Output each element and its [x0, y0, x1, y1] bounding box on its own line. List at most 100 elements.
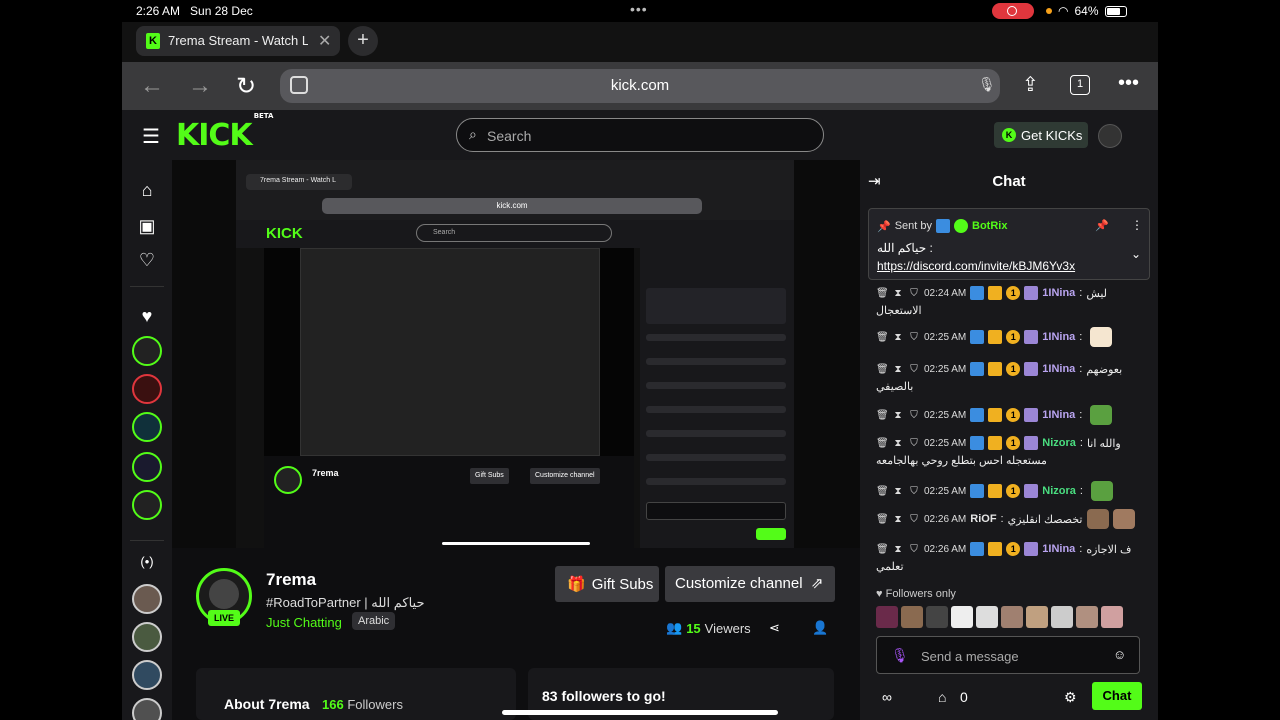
- search-input[interactable]: ⌕ Search: [456, 118, 824, 152]
- expand-chevron-icon[interactable]: ⌄: [1131, 247, 1141, 261]
- chat-username[interactable]: 1INina: [1042, 287, 1075, 299]
- chat-username[interactable]: Nizora: [1042, 437, 1076, 449]
- chat-message[interactable]: 🗑 ⧗ ⛉ 02:25 AM 1 1INina:: [876, 405, 1146, 425]
- delete-icon[interactable]: 🗑: [876, 544, 889, 555]
- recommended-channel-avatar[interactable]: [132, 584, 162, 614]
- delete-icon[interactable]: 🗑: [876, 332, 889, 343]
- followed-channel-avatar[interactable]: [132, 452, 162, 482]
- ban-icon[interactable]: ⛉: [908, 486, 920, 497]
- followed-channel-avatar[interactable]: [132, 374, 162, 404]
- ban-icon[interactable]: ⛉: [908, 364, 920, 375]
- pinned-link[interactable]: https://discord.com/invite/kBJM6Yv3x: [877, 259, 1075, 273]
- followed-channel-avatar[interactable]: [132, 336, 162, 366]
- share-icon[interactable]: ⇪: [1022, 72, 1039, 97]
- screen-record-indicator[interactable]: [992, 3, 1034, 19]
- chat-message[interactable]: 🗑 ⧗ ⛉ 02:26 AM RiOF: تخصصك انقليزي: [876, 509, 1146, 529]
- delete-icon[interactable]: 🗑: [876, 514, 889, 525]
- chat-message[interactable]: 🗑 ⧗ ⛉ 02:25 AM 1 1INina: بعوضهم بالصيفي: [876, 360, 1146, 393]
- emote[interactable]: [1051, 606, 1073, 628]
- delete-icon[interactable]: 🗑: [876, 410, 889, 421]
- emoji-icon[interactable]: ☺: [1113, 647, 1126, 662]
- timeout-icon[interactable]: ⧗: [892, 410, 904, 421]
- back-icon[interactable]: ←: [140, 72, 164, 100]
- delete-icon[interactable]: 🗑: [876, 288, 889, 299]
- delete-icon[interactable]: 🗑: [876, 486, 889, 497]
- recommended-channel-avatar[interactable]: [132, 698, 162, 720]
- chat-message-input[interactable]: 🎙 Send a message ☺: [876, 636, 1140, 674]
- chat-username[interactable]: RiOF: [970, 513, 996, 525]
- timeout-icon[interactable]: ⧗: [892, 364, 904, 375]
- user-avatar[interactable]: [1098, 124, 1122, 148]
- ban-icon[interactable]: ⛉: [908, 438, 920, 449]
- tab-switcher-button[interactable]: 1: [1070, 75, 1090, 95]
- chat-username[interactable]: Nizora: [1042, 485, 1076, 497]
- mic-icon[interactable]: 🎙: [978, 76, 996, 93]
- emote[interactable]: [1026, 606, 1048, 628]
- chat-message[interactable]: 🗑 ⧗ ⛉ 02:24 AM 1 1INina: ليش الاستعجال: [876, 284, 1146, 317]
- ban-icon[interactable]: ⛉: [908, 544, 920, 555]
- chat-username[interactable]: 1INina: [1042, 409, 1075, 421]
- ban-icon[interactable]: ⛉: [908, 332, 920, 343]
- timeout-icon[interactable]: ⧗: [892, 486, 904, 497]
- stream-category[interactable]: Just Chatting: [266, 615, 342, 630]
- gift-subs-button[interactable]: 🎁 Gift Subs: [555, 566, 659, 602]
- settings-icon[interactable]: ⚙: [1064, 689, 1077, 706]
- get-kicks-button[interactable]: K Get KICKs: [994, 122, 1088, 148]
- timeout-icon[interactable]: ⧗: [892, 332, 904, 343]
- customize-channel-button[interactable]: Customize channel ⇗: [665, 566, 835, 602]
- recommended-channel-avatar[interactable]: [132, 622, 162, 652]
- playback-scrubber[interactable]: [442, 542, 590, 545]
- browse-icon[interactable]: ▣: [136, 216, 158, 237]
- language-tag[interactable]: Arabic: [352, 612, 396, 630]
- share-icon[interactable]: ⋖: [769, 620, 780, 636]
- emote[interactable]: [951, 606, 973, 628]
- reload-icon[interactable]: ↻: [236, 72, 256, 101]
- ban-icon[interactable]: ⛉: [908, 514, 920, 525]
- chat-message[interactable]: 🗑 ⧗ ⛉ 02:26 AM 1 1INina: ف الاجازه تعلمي: [876, 540, 1146, 573]
- chat-username[interactable]: 1INina: [1042, 331, 1075, 343]
- emote[interactable]: [876, 606, 898, 628]
- chat-message[interactable]: 🗑 ⧗ ⛉ 02:25 AM 1 Nizora: والله انا مستعجله احس …: [876, 434, 1146, 467]
- channel-name[interactable]: 7rema: [266, 570, 316, 590]
- more-menu-icon[interactable]: •••: [1118, 72, 1139, 95]
- followed-channel-avatar[interactable]: [132, 412, 162, 442]
- ban-icon[interactable]: ⛉: [908, 288, 920, 299]
- follow-user-icon[interactable]: 👤: [812, 620, 828, 636]
- kick-logo[interactable]: KICKBETA: [176, 112, 273, 153]
- emote[interactable]: [926, 606, 948, 628]
- timeout-icon[interactable]: ⧗: [892, 544, 904, 555]
- store-icon[interactable]: ⌂: [938, 689, 946, 705]
- chat-message[interactable]: 🗑 ⧗ ⛉ 02:25 AM 1 1INina:: [876, 327, 1146, 347]
- recommended-channel-avatar[interactable]: [132, 660, 162, 690]
- timeout-icon[interactable]: ⧗: [892, 514, 904, 525]
- emote[interactable]: [1076, 606, 1098, 628]
- delete-icon[interactable]: 🗑: [876, 364, 889, 375]
- emote[interactable]: [976, 606, 998, 628]
- ban-icon[interactable]: ⛉: [908, 410, 920, 421]
- forward-icon[interactable]: →: [188, 72, 212, 100]
- emote[interactable]: [901, 606, 923, 628]
- home-icon[interactable]: ⌂: [136, 180, 158, 201]
- emote[interactable]: [1101, 606, 1123, 628]
- browser-tab[interactable]: K 7rema Stream - Watch L ✕: [136, 26, 340, 56]
- unpin-icon[interactable]: 📌: [1095, 219, 1109, 232]
- close-tab-icon[interactable]: ✕: [318, 31, 331, 51]
- video-player[interactable]: 7rema Stream - Watch L kick.com KICK Sea…: [172, 160, 860, 548]
- chat-username[interactable]: 1INina: [1042, 543, 1075, 555]
- chat-message[interactable]: 🗑 ⧗ ⛉ 02:25 AM 1 Nizora:: [876, 481, 1146, 501]
- infinity-points-icon[interactable]: ∞: [882, 689, 892, 705]
- new-tab-button[interactable]: +: [348, 26, 378, 56]
- address-bar[interactable]: kick.com 🎙: [280, 69, 1000, 103]
- timeout-icon[interactable]: ⧗: [892, 438, 904, 449]
- chat-username[interactable]: 1INina: [1042, 363, 1075, 375]
- kebab-menu-icon[interactable]: ⋮: [1131, 218, 1143, 232]
- home-indicator[interactable]: [502, 710, 778, 715]
- emote[interactable]: [1001, 606, 1023, 628]
- delete-icon[interactable]: 🗑: [876, 438, 889, 449]
- send-chat-button[interactable]: Chat: [1092, 682, 1142, 710]
- timeout-icon[interactable]: ⧗: [892, 288, 904, 299]
- hamburger-icon[interactable]: ☰: [142, 124, 160, 149]
- voice-mic-icon[interactable]: 🎙: [891, 647, 909, 664]
- following-heart-icon[interactable]: ♡: [136, 250, 158, 271]
- pinned-message[interactable]: 📌 Sent by BotRix 📌 ⋮ حياكم الله : https:…: [868, 208, 1150, 280]
